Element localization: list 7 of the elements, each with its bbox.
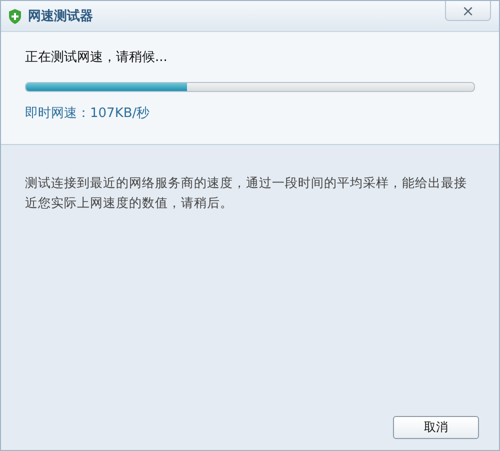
close-button[interactable]: ×: [445, 1, 491, 21]
description-text: 测试连接到最近的网络服务商的速度，通过一段时间的平均采样，能给出最接近您实际上网速度的数值，请稍后。: [25, 174, 468, 212]
window-title: 网速测试器: [28, 8, 94, 25]
shield-icon: [8, 8, 22, 24]
status-text: 正在测试网速，请稍候...: [25, 49, 168, 66]
cancel-button[interactable]: 取消: [393, 416, 479, 439]
speed-text: 即时网速：107KB/秒: [25, 105, 151, 122]
